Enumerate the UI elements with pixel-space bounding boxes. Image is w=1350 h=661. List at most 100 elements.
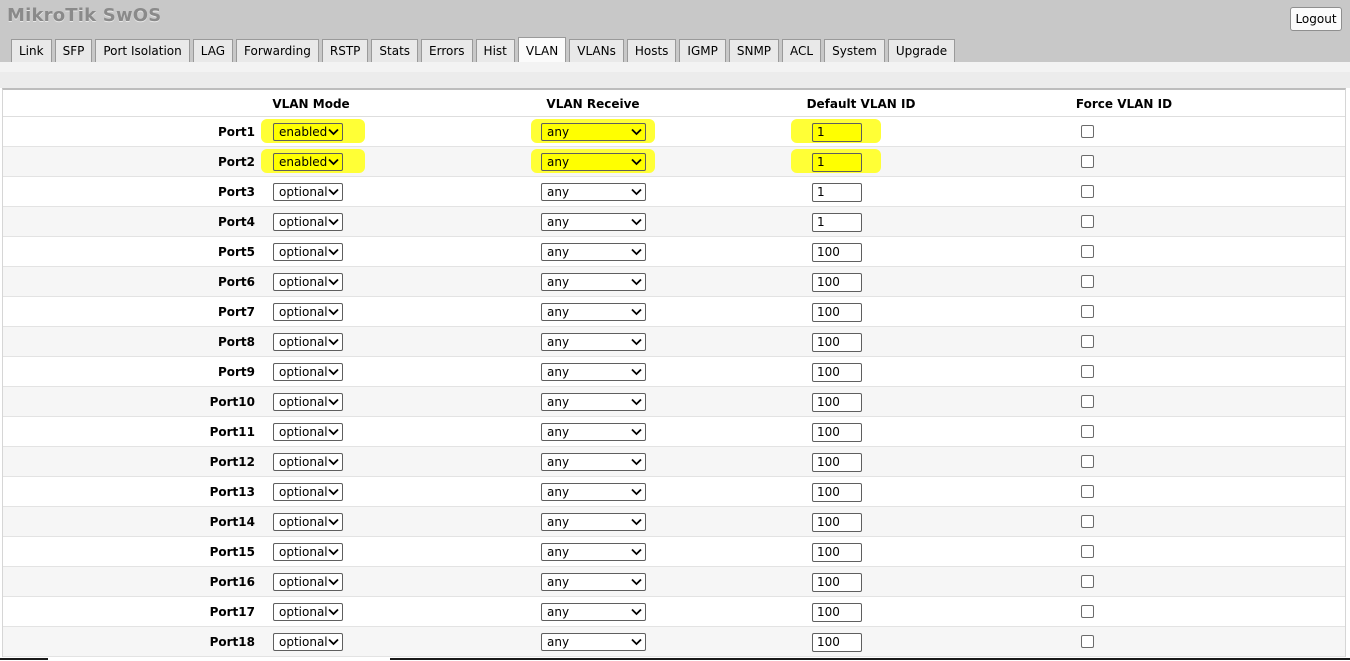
tab-acl[interactable]: ACL xyxy=(782,39,822,62)
force-vlan-id-checkbox[interactable] xyxy=(1081,155,1094,168)
force-vlan-id-checkbox[interactable] xyxy=(1081,125,1094,138)
vlan-mode-value: optional xyxy=(279,185,328,199)
force-vlan-id-checkbox[interactable] xyxy=(1081,215,1094,228)
vlan-receive-select[interactable]: any xyxy=(541,543,646,561)
vlan-receive-select[interactable]: any xyxy=(541,573,646,591)
force-vlan-id-checkbox[interactable] xyxy=(1081,275,1094,288)
default-vlan-id-input[interactable]: 100 xyxy=(812,573,862,592)
logout-button[interactable]: Logout xyxy=(1290,7,1342,31)
vlan-receive-select[interactable]: any xyxy=(541,243,646,261)
vlan-mode-select[interactable]: enabled xyxy=(273,123,343,141)
default-vlan-id-input[interactable]: 100 xyxy=(812,543,862,562)
tab-rstp[interactable]: RSTP xyxy=(321,39,369,62)
vlan-mode-select[interactable]: optional xyxy=(273,303,343,321)
vlan-mode-select[interactable]: optional xyxy=(273,483,343,501)
vlan-mode-select[interactable]: optional xyxy=(273,393,343,411)
vlan-receive-select[interactable]: any xyxy=(541,273,646,291)
chevron-down-icon xyxy=(631,608,642,616)
vlan-receive-select[interactable]: any xyxy=(541,603,646,621)
force-vlan-id-checkbox[interactable] xyxy=(1081,335,1094,348)
tab-port-isolation[interactable]: Port Isolation xyxy=(95,39,190,62)
force-vlan-id-checkbox[interactable] xyxy=(1081,245,1094,258)
vlan-mode-select[interactable]: optional xyxy=(273,273,343,291)
port-label: Port16 xyxy=(209,575,255,589)
force-vlan-id-checkbox[interactable] xyxy=(1081,455,1094,468)
force-vlan-id-checkbox[interactable] xyxy=(1081,515,1094,528)
tab-snmp[interactable]: SNMP xyxy=(728,39,780,62)
default-vlan-id-input[interactable]: 100 xyxy=(812,243,862,262)
default-vlan-id-input[interactable]: 100 xyxy=(812,603,862,622)
tab-stats[interactable]: Stats xyxy=(371,39,419,62)
vlan-mode-select[interactable]: enabled xyxy=(273,153,343,171)
default-vlan-id-input[interactable]: 100 xyxy=(812,423,862,442)
force-vlan-id-checkbox[interactable] xyxy=(1081,545,1094,558)
force-vlan-id-checkbox[interactable] xyxy=(1081,605,1094,618)
chevron-down-icon xyxy=(631,368,642,376)
vlan-mode-select[interactable]: optional xyxy=(273,513,343,531)
tab-link[interactable]: Link xyxy=(11,39,52,62)
chevron-down-icon xyxy=(631,458,642,466)
force-vlan-id-checkbox[interactable] xyxy=(1081,485,1094,498)
vlan-mode-select[interactable]: optional xyxy=(273,453,343,471)
vlan-mode-select[interactable]: optional xyxy=(273,573,343,591)
vlan-receive-select[interactable]: any xyxy=(541,123,646,141)
default-vlan-id-input[interactable]: 1 xyxy=(812,123,862,142)
default-vlan-id-input[interactable]: 100 xyxy=(812,273,862,292)
vlan-receive-select[interactable]: any xyxy=(541,633,646,651)
force-vlan-id-checkbox[interactable] xyxy=(1081,635,1094,648)
vlan-receive-select[interactable]: any xyxy=(541,183,646,201)
vlan-mode-select[interactable]: optional xyxy=(273,363,343,381)
vlan-receive-select[interactable]: any xyxy=(541,453,646,471)
vlan-mode-select[interactable]: optional xyxy=(273,423,343,441)
default-vlan-id-input[interactable]: 1 xyxy=(812,153,862,172)
default-vlan-id-input[interactable]: 100 xyxy=(812,483,862,502)
vlan-mode-select[interactable]: optional xyxy=(273,183,343,201)
tab-vlan[interactable]: VLAN xyxy=(517,37,567,62)
force-vlan-id-checkbox[interactable] xyxy=(1081,425,1094,438)
tab-hosts[interactable]: Hosts xyxy=(626,39,677,62)
vlan-mode-select[interactable]: optional xyxy=(273,633,343,651)
tab-sfp[interactable]: SFP xyxy=(54,39,93,62)
default-vlan-id-input[interactable]: 1 xyxy=(812,183,862,202)
vlan-mode-select[interactable]: optional xyxy=(273,213,343,231)
default-vlan-id-input[interactable]: 100 xyxy=(812,333,862,352)
vlan-mode-select[interactable]: optional xyxy=(273,603,343,621)
tab-lag[interactable]: LAG xyxy=(192,39,234,62)
toolbar-strip xyxy=(0,62,1350,72)
tab-vlans[interactable]: VLANs xyxy=(569,39,624,62)
tab-upgrade[interactable]: Upgrade xyxy=(887,39,956,62)
vlan-receive-select[interactable]: any xyxy=(541,303,646,321)
default-vlan-id-input[interactable]: 100 xyxy=(812,513,862,532)
tab-igmp[interactable]: IGMP xyxy=(679,39,726,62)
vlan-receive-select[interactable]: any xyxy=(541,393,646,411)
force-vlan-id-checkbox[interactable] xyxy=(1081,185,1094,198)
vlan-receive-select[interactable]: any xyxy=(541,333,646,351)
vlan-mode-select[interactable]: optional xyxy=(273,243,343,261)
vlan-mode-select[interactable]: optional xyxy=(273,543,343,561)
vlan-receive-select[interactable]: any xyxy=(541,363,646,381)
vlan-receive-select[interactable]: any xyxy=(541,423,646,441)
vlan-receive-select[interactable]: any xyxy=(541,513,646,531)
vlan-mode-select[interactable]: optional xyxy=(273,333,343,351)
vlan-receive-select[interactable]: any xyxy=(541,483,646,501)
vlan-receive-select[interactable]: any xyxy=(541,213,646,231)
table-row: Port16 optional any 100 xyxy=(3,567,1345,597)
tab-system[interactable]: System xyxy=(824,39,885,62)
tab-errors[interactable]: Errors xyxy=(421,39,473,62)
force-vlan-id-checkbox[interactable] xyxy=(1081,395,1094,408)
default-vlan-id-input[interactable]: 100 xyxy=(812,633,862,652)
default-vlan-id-input[interactable]: 100 xyxy=(812,303,862,322)
vlan-receive-select[interactable]: any xyxy=(541,153,646,171)
force-vlan-id-checkbox[interactable] xyxy=(1081,305,1094,318)
default-vlan-id-input[interactable]: 100 xyxy=(812,363,862,382)
port-label: Port5 xyxy=(217,245,255,259)
port-label: Port18 xyxy=(209,635,255,649)
tab-forwarding[interactable]: Forwarding xyxy=(236,39,319,62)
force-vlan-id-checkbox[interactable] xyxy=(1081,365,1094,378)
chevron-down-icon xyxy=(328,368,339,376)
default-vlan-id-input[interactable]: 100 xyxy=(812,453,862,472)
tab-hist[interactable]: Hist xyxy=(475,39,515,62)
default-vlan-id-input[interactable]: 1 xyxy=(812,213,862,232)
force-vlan-id-checkbox[interactable] xyxy=(1081,575,1094,588)
default-vlan-id-input[interactable]: 100 xyxy=(812,393,862,412)
